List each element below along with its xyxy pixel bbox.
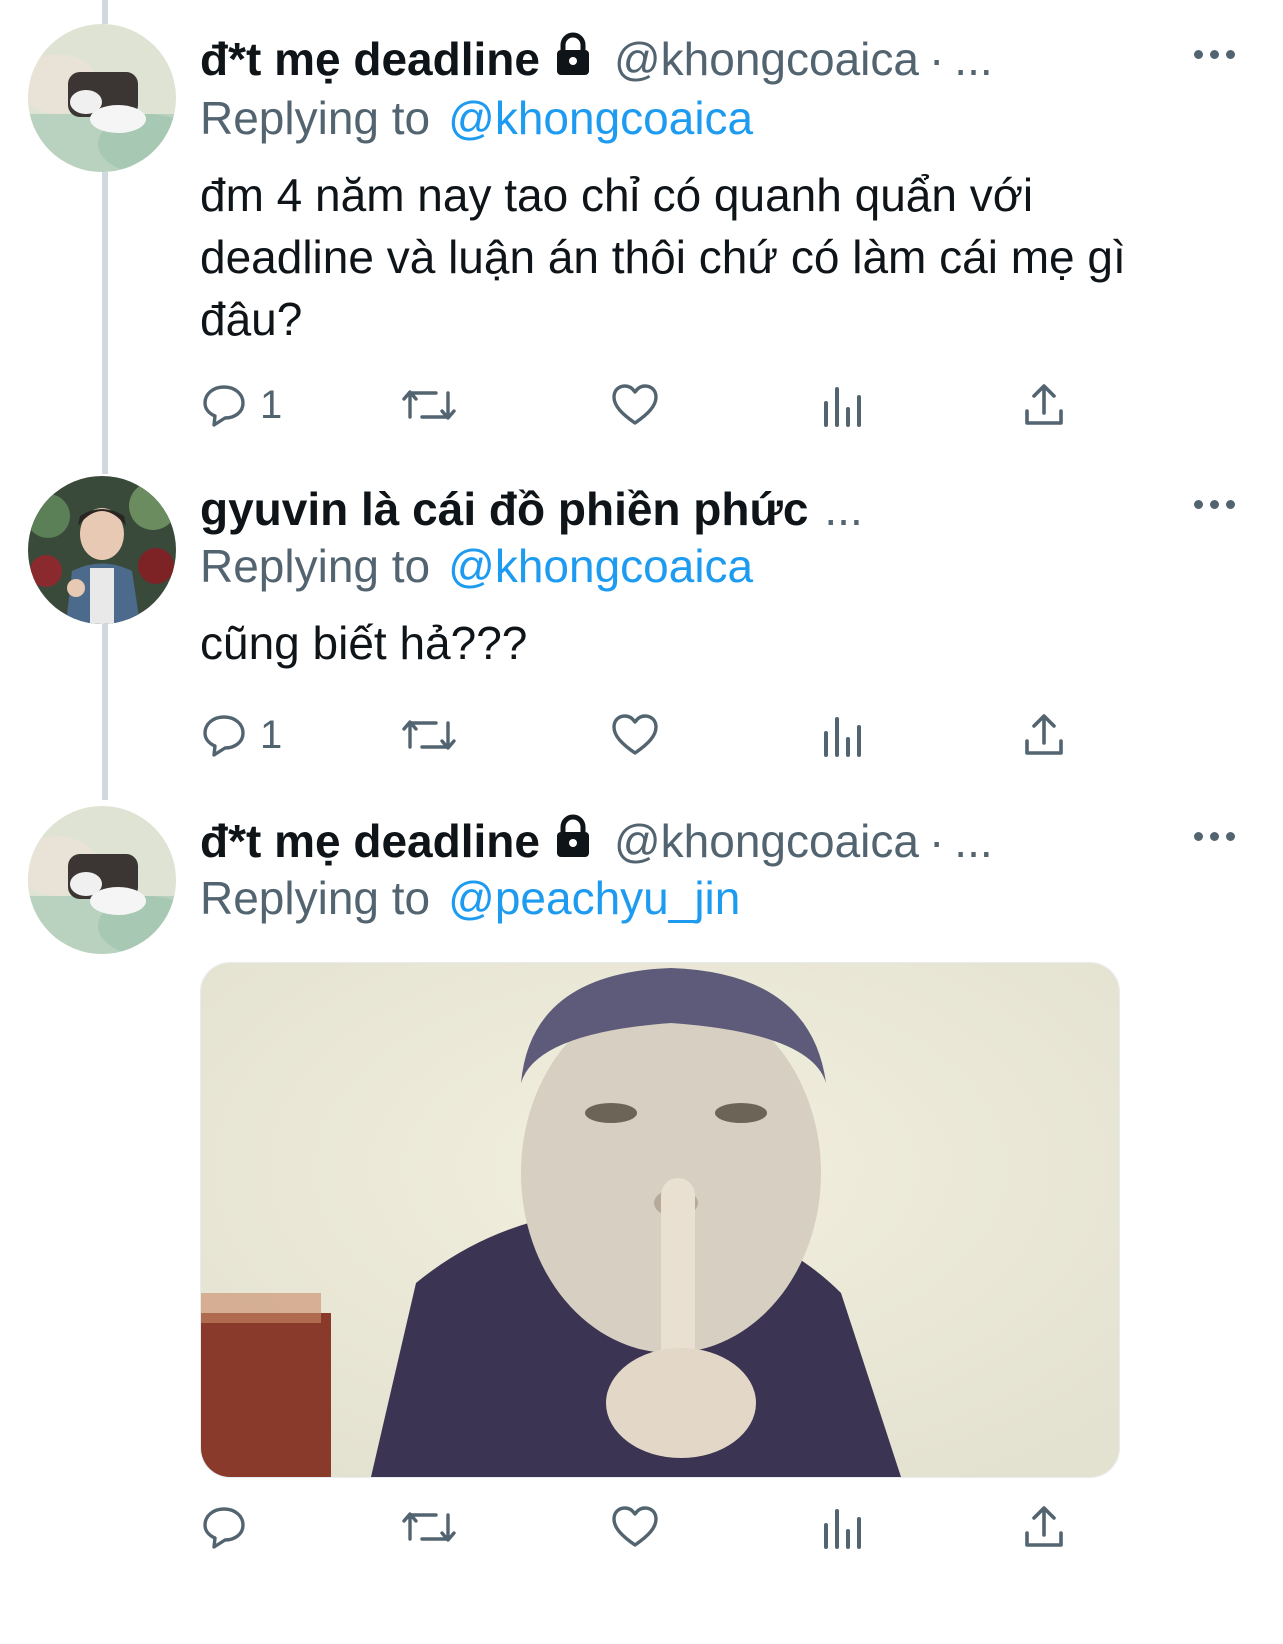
retweet-button[interactable] xyxy=(400,380,458,430)
share-button[interactable] xyxy=(1022,1502,1066,1552)
retweet-icon xyxy=(400,1503,458,1551)
lock-icon xyxy=(550,813,596,870)
tweet-header: gyuvin là cái đồ phiền phức ... xyxy=(200,478,863,540)
display-name[interactable]: đ*t mẹ deadline xyxy=(200,32,540,86)
replying-to: Replying to @khongcoaica xyxy=(200,88,753,148)
replying-to: Replying to @khongcoaica xyxy=(200,536,753,596)
retweet-button[interactable] xyxy=(400,710,458,760)
reply-icon xyxy=(200,711,248,759)
tweet-text: cũng biết hả??? xyxy=(200,617,528,669)
like-icon xyxy=(610,381,660,429)
replying-to-link[interactable]: @khongcoaica xyxy=(448,91,753,145)
retweet-icon xyxy=(400,381,458,429)
replying-to-link[interactable]: @khongcoaica xyxy=(448,539,753,593)
like-icon xyxy=(610,711,660,759)
separator-dot: · xyxy=(928,33,945,85)
share-icon xyxy=(1022,711,1066,759)
tweet-header: đ*t mẹ deadline @khongcoaica · ... xyxy=(200,810,993,872)
reply-count: 1 xyxy=(260,382,283,427)
tweet-header: đ*t mẹ deadline @khongcoaica · ... xyxy=(200,28,993,90)
truncation-ellipsis: ... xyxy=(954,815,993,867)
retweet-button[interactable] xyxy=(400,1502,458,1552)
like-icon xyxy=(610,1503,660,1551)
more-icon[interactable] xyxy=(1194,500,1235,509)
reply-button[interactable]: 1 xyxy=(200,710,282,760)
reply-count: 1 xyxy=(260,712,283,757)
display-name[interactable]: đ*t mẹ deadline xyxy=(200,814,540,868)
tweet[interactable]: đ*t mẹ deadline @khongcoaica · ... Reply… xyxy=(0,780,1283,1644)
replying-prefix: Replying to xyxy=(200,872,431,924)
analytics-icon xyxy=(820,381,864,429)
action-bar: 1 xyxy=(200,380,1080,430)
lock-icon xyxy=(550,31,596,88)
separator-dot: · xyxy=(928,815,945,867)
analytics-button[interactable] xyxy=(820,1502,864,1552)
like-button[interactable] xyxy=(610,1502,660,1552)
share-button[interactable] xyxy=(1022,710,1066,760)
share-button[interactable] xyxy=(1022,380,1066,430)
more-icon[interactable] xyxy=(1194,50,1235,59)
replying-prefix: Replying to xyxy=(200,540,431,592)
action-bar xyxy=(200,1502,1080,1552)
replying-to-link[interactable]: @peachyu_jin xyxy=(448,871,740,925)
tweet[interactable]: đ*t mẹ deadline @khongcoaica · ... Reply… xyxy=(0,0,1283,450)
replying-to: Replying to @peachyu_jin xyxy=(200,868,740,928)
tweet[interactable]: gyuvin là cái đồ phiền phức ... Replying… xyxy=(0,450,1283,780)
avatar[interactable] xyxy=(28,476,176,624)
analytics-icon xyxy=(820,1503,864,1551)
avatar[interactable] xyxy=(28,24,176,172)
reply-button[interactable]: 1 xyxy=(200,380,282,430)
analytics-button[interactable] xyxy=(820,710,864,760)
handle[interactable]: @khongcoaica xyxy=(614,32,919,86)
media-image[interactable] xyxy=(200,962,1120,1478)
more-icon[interactable] xyxy=(1194,832,1235,841)
action-bar: 1 xyxy=(200,710,1080,760)
display-name[interactable]: gyuvin là cái đồ phiền phức xyxy=(200,482,808,536)
reply-icon xyxy=(200,381,248,429)
share-icon xyxy=(1022,1503,1066,1551)
tweet-text: đm 4 năm nay tao chỉ có quanh quẩn với d… xyxy=(200,169,1126,345)
like-button[interactable] xyxy=(610,710,660,760)
reply-button[interactable] xyxy=(200,1502,248,1552)
avatar[interactable] xyxy=(28,806,176,954)
truncation-ellipsis: ... xyxy=(824,483,863,535)
analytics-button[interactable] xyxy=(820,380,864,430)
retweet-icon xyxy=(400,711,458,759)
replying-prefix: Replying to xyxy=(200,92,431,144)
truncation-ellipsis: ... xyxy=(954,33,993,85)
analytics-icon xyxy=(820,711,864,759)
reply-icon xyxy=(200,1503,248,1551)
handle[interactable]: @khongcoaica xyxy=(614,814,919,868)
share-icon xyxy=(1022,381,1066,429)
like-button[interactable] xyxy=(610,380,660,430)
